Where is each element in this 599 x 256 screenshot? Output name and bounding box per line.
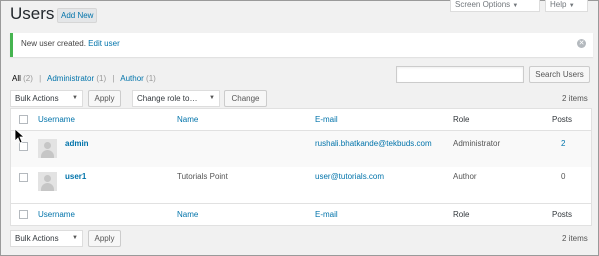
username-link[interactable]: admin: [65, 139, 89, 148]
avatar: [38, 139, 57, 158]
filter-author[interactable]: Author: [120, 74, 144, 83]
filter-separator: |: [112, 74, 115, 83]
bulk-actions-value: Bulk Actions: [15, 94, 59, 103]
screen-options-label: Screen Options: [455, 0, 511, 9]
bulk-actions-value: Bulk Actions: [15, 234, 59, 243]
edit-user-link[interactable]: Edit user: [88, 39, 120, 48]
change-role-value: Change role to…: [137, 94, 198, 103]
name-cell: Tutorials Point: [177, 172, 228, 181]
notice-message: New user created. Edit user: [21, 39, 120, 48]
bulk-actions-select[interactable]: Bulk Actions ▼: [10, 90, 83, 107]
help-tab[interactable]: Help ▼: [545, 0, 588, 12]
role-cell: Administrator: [453, 139, 501, 148]
row-checkbox[interactable]: [19, 173, 28, 182]
posts-cell: 0: [561, 172, 566, 181]
chevron-down-icon: ▼: [209, 95, 215, 101]
select-all-checkbox[interactable]: [19, 115, 28, 124]
filter-administrator[interactable]: Administrator: [47, 74, 94, 83]
column-name[interactable]: Name: [177, 115, 198, 124]
filter-all-count: (2): [23, 74, 33, 83]
page-title: Users: [10, 4, 55, 23]
bulk-actions-select-bottom[interactable]: Bulk Actions ▼: [10, 230, 83, 247]
close-icon[interactable]: ✕: [577, 39, 586, 48]
items-count: 2 items: [562, 94, 588, 103]
role-cell: Author: [453, 172, 477, 181]
change-role-select[interactable]: Change role to… ▼: [132, 90, 220, 107]
avatar: [38, 172, 57, 191]
users-table: Username Name E-mail Role Posts admin ru…: [10, 108, 592, 226]
column-role: Role: [453, 210, 470, 219]
search-users-button[interactable]: Search Users: [529, 66, 590, 83]
posts-link[interactable]: 2: [561, 139, 565, 148]
column-name[interactable]: Name: [177, 210, 198, 219]
column-posts: Posts: [552, 115, 573, 124]
column-username[interactable]: Username: [38, 115, 75, 124]
column-posts: Posts: [552, 210, 573, 219]
filter-administrator-count: (1): [96, 74, 107, 83]
change-button[interactable]: Change: [224, 90, 267, 107]
role-filter-links: All (2) | Administrator (1) | Author (1): [12, 74, 156, 83]
notice-text: New user created.: [21, 39, 86, 48]
mouse-pointer-icon: [14, 128, 26, 144]
column-email[interactable]: E-mail: [315, 115, 338, 124]
table-footer: Username Name E-mail Role Posts: [11, 203, 591, 225]
select-all-checkbox[interactable]: [19, 210, 28, 219]
items-count-bottom: 2 items: [562, 234, 588, 243]
email-link[interactable]: rushali.bhatkande@tekbuds.com: [315, 139, 432, 148]
table-row: user1 Tutorials Point user@tutorials.com…: [11, 167, 591, 203]
screen-options-tab[interactable]: Screen Options ▼: [450, 0, 540, 12]
username-link[interactable]: user1: [65, 172, 86, 181]
table-header: Username Name E-mail Role Posts: [11, 109, 591, 131]
chevron-down-icon: ▼: [512, 3, 519, 9]
apply-button-bottom[interactable]: Apply: [88, 230, 121, 247]
apply-button[interactable]: Apply: [88, 90, 121, 107]
filter-all[interactable]: All: [12, 74, 21, 83]
email-link[interactable]: user@tutorials.com: [315, 172, 384, 181]
filter-author-count: (1): [146, 74, 156, 83]
chevron-down-icon: ▼: [72, 95, 78, 101]
help-label: Help: [550, 0, 567, 9]
column-username[interactable]: Username: [38, 210, 75, 219]
chevron-down-icon: ▼: [72, 235, 78, 241]
search-input[interactable]: [396, 66, 524, 83]
column-email[interactable]: E-mail: [315, 210, 338, 219]
filter-separator: |: [39, 74, 42, 83]
table-row: admin rushali.bhatkande@tekbuds.com Admi…: [11, 131, 591, 167]
column-role: Role: [453, 115, 470, 124]
chevron-down-icon: ▼: [568, 3, 575, 9]
add-new-button[interactable]: Add New: [57, 8, 98, 23]
success-notice: New user created. Edit user ✕: [10, 33, 593, 57]
